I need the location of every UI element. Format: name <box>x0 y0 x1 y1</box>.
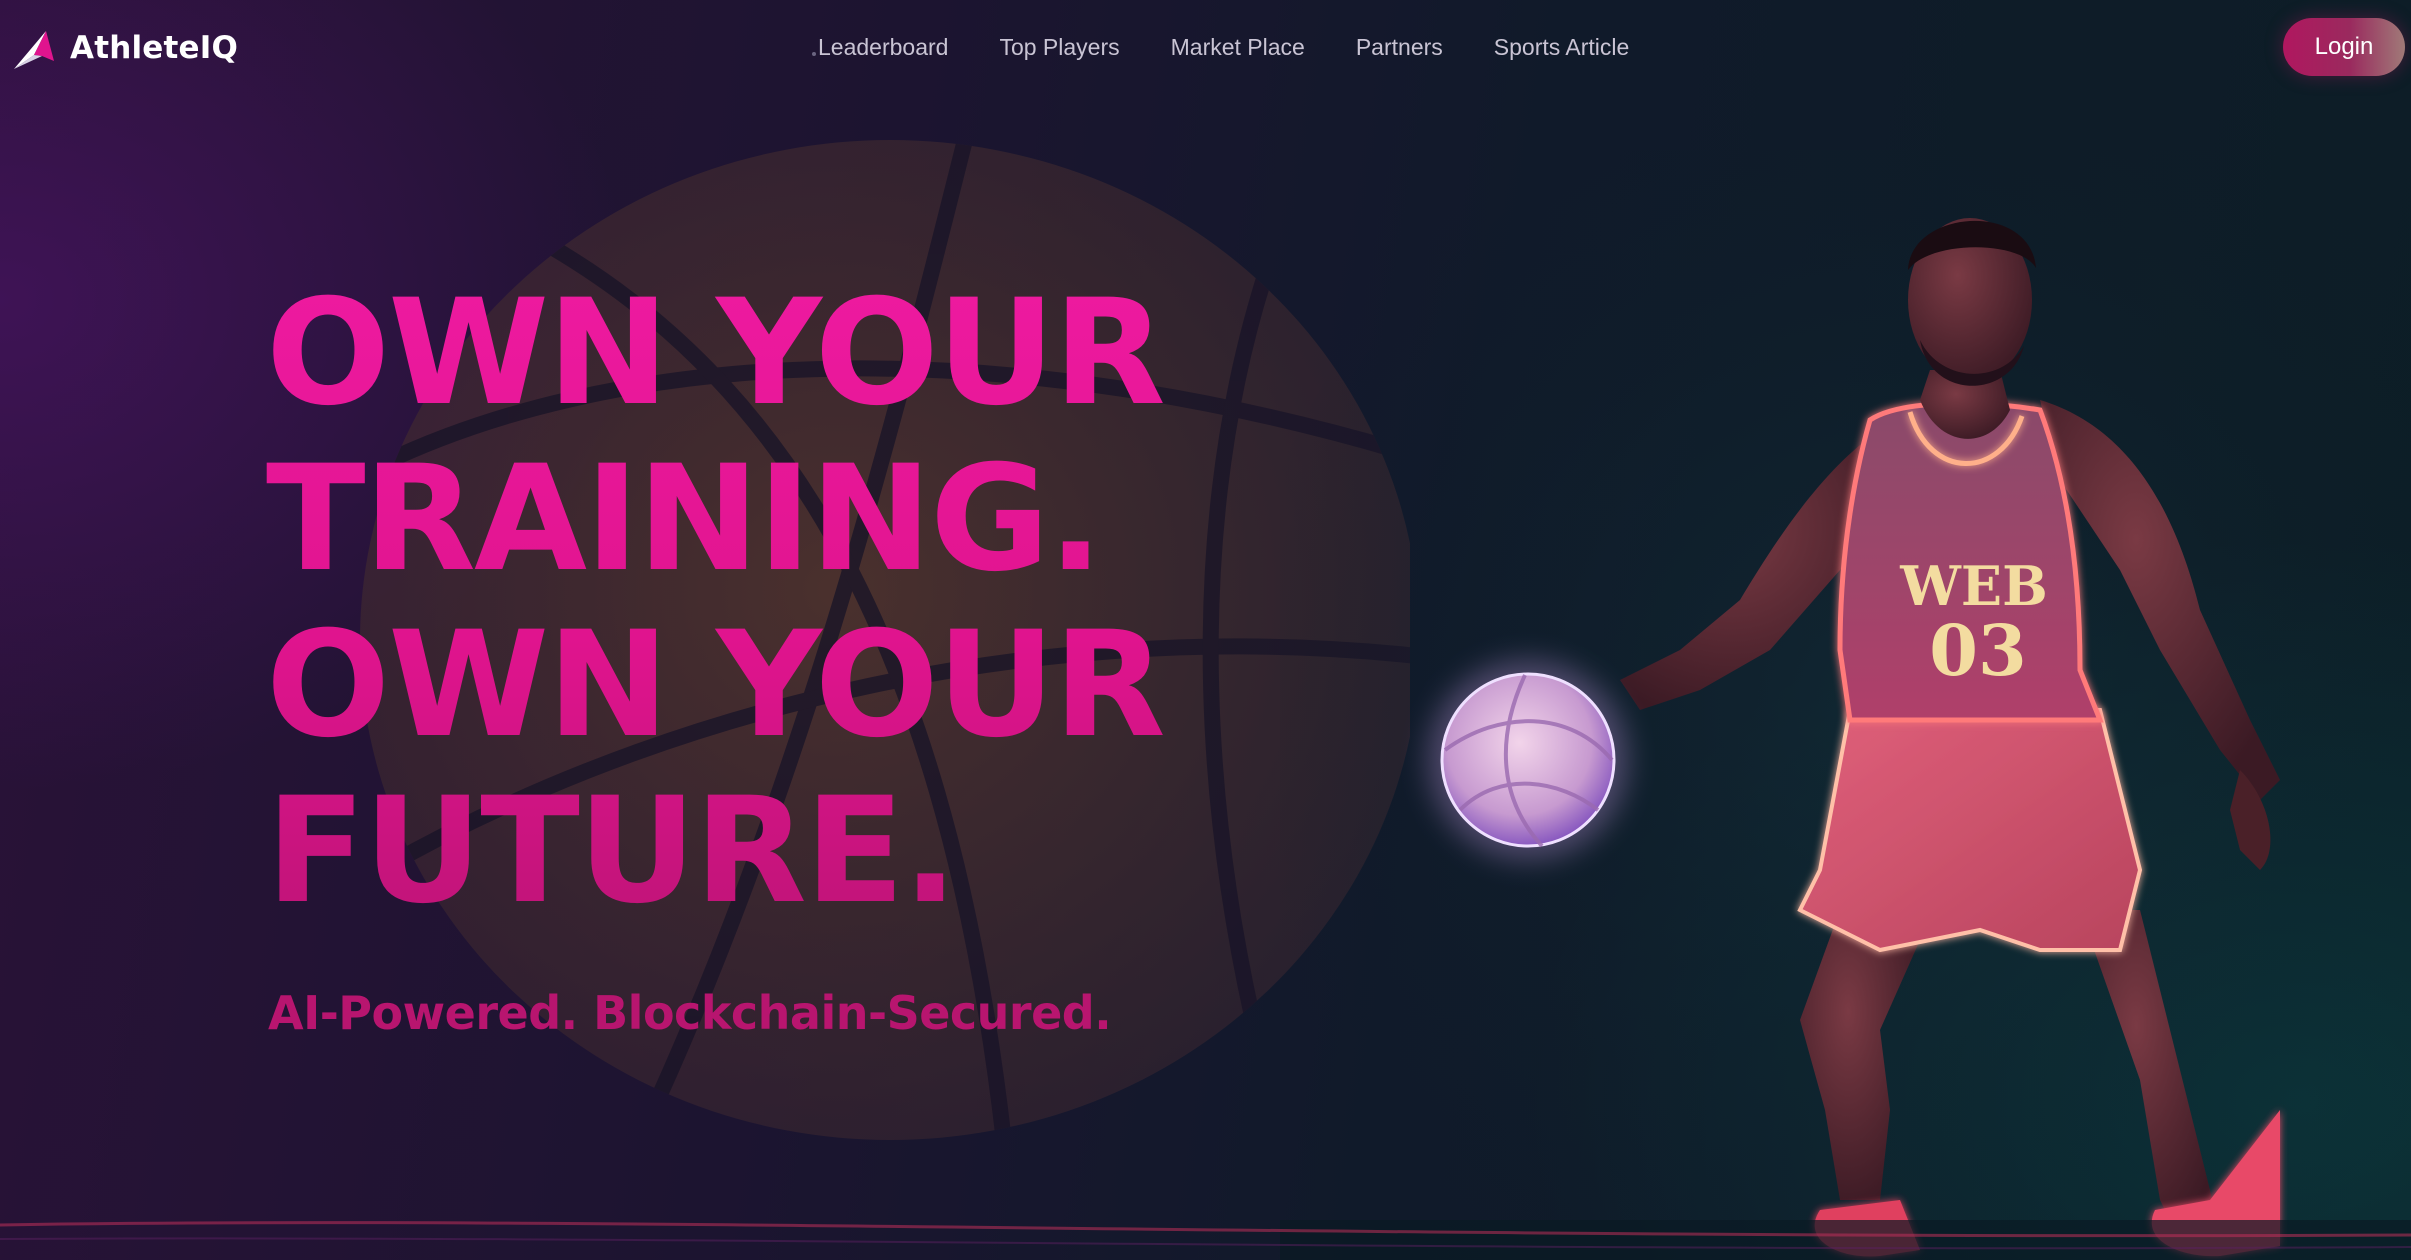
main-nav-list: Leaderboard Top Players Market Place Par… <box>818 28 1629 66</box>
jersey-number-text: 03 <box>1929 609 2026 692</box>
hero-basketball-player-image: WEB 03 <box>1280 150 2411 1260</box>
hero-subtitle: AI-Powered. Blockchain-Secured. <box>268 986 1112 1040</box>
hero-headline: OWN YOUR TRAINING. OWN YOUR FUTURE. <box>266 270 1164 934</box>
nav-link-leaderboard[interactable]: Leaderboard <box>818 34 948 60</box>
brand-home-link[interactable]: AthleteIQ <box>12 24 238 72</box>
hero-headline-line-2: TRAINING. <box>266 434 1102 604</box>
hero-headline-line-4: FUTURE. <box>266 766 957 936</box>
login-button[interactable]: Login <box>2283 18 2405 76</box>
athleteiq-logo-icon <box>14 31 54 69</box>
nav-decoration-dot <box>812 52 816 56</box>
hero-headline-line-1: OWN YOUR <box>266 268 1164 438</box>
nav-link-market-place[interactable]: Market Place <box>1171 34 1305 60</box>
nav-link-sports-article[interactable]: Sports Article <box>1494 34 1630 60</box>
floor-light-streak <box>0 1221 2411 1250</box>
brand-name: AthleteIQ <box>70 30 239 66</box>
nav-item-partners: Partners <box>1356 28 1443 66</box>
nav-item-market-place: Market Place <box>1171 28 1305 66</box>
nav-item-top-players: Top Players <box>999 28 1119 66</box>
top-navigation-bar: AthleteIQ Leaderboard Top Players Market… <box>0 0 2411 96</box>
nav-item-leaderboard: Leaderboard <box>818 28 948 66</box>
nav-item-sports-article: Sports Article <box>1494 28 1630 66</box>
hero-headline-line-3: OWN YOUR <box>266 600 1164 770</box>
nav-link-top-players[interactable]: Top Players <box>999 34 1119 60</box>
nav-link-partners[interactable]: Partners <box>1356 34 1443 60</box>
